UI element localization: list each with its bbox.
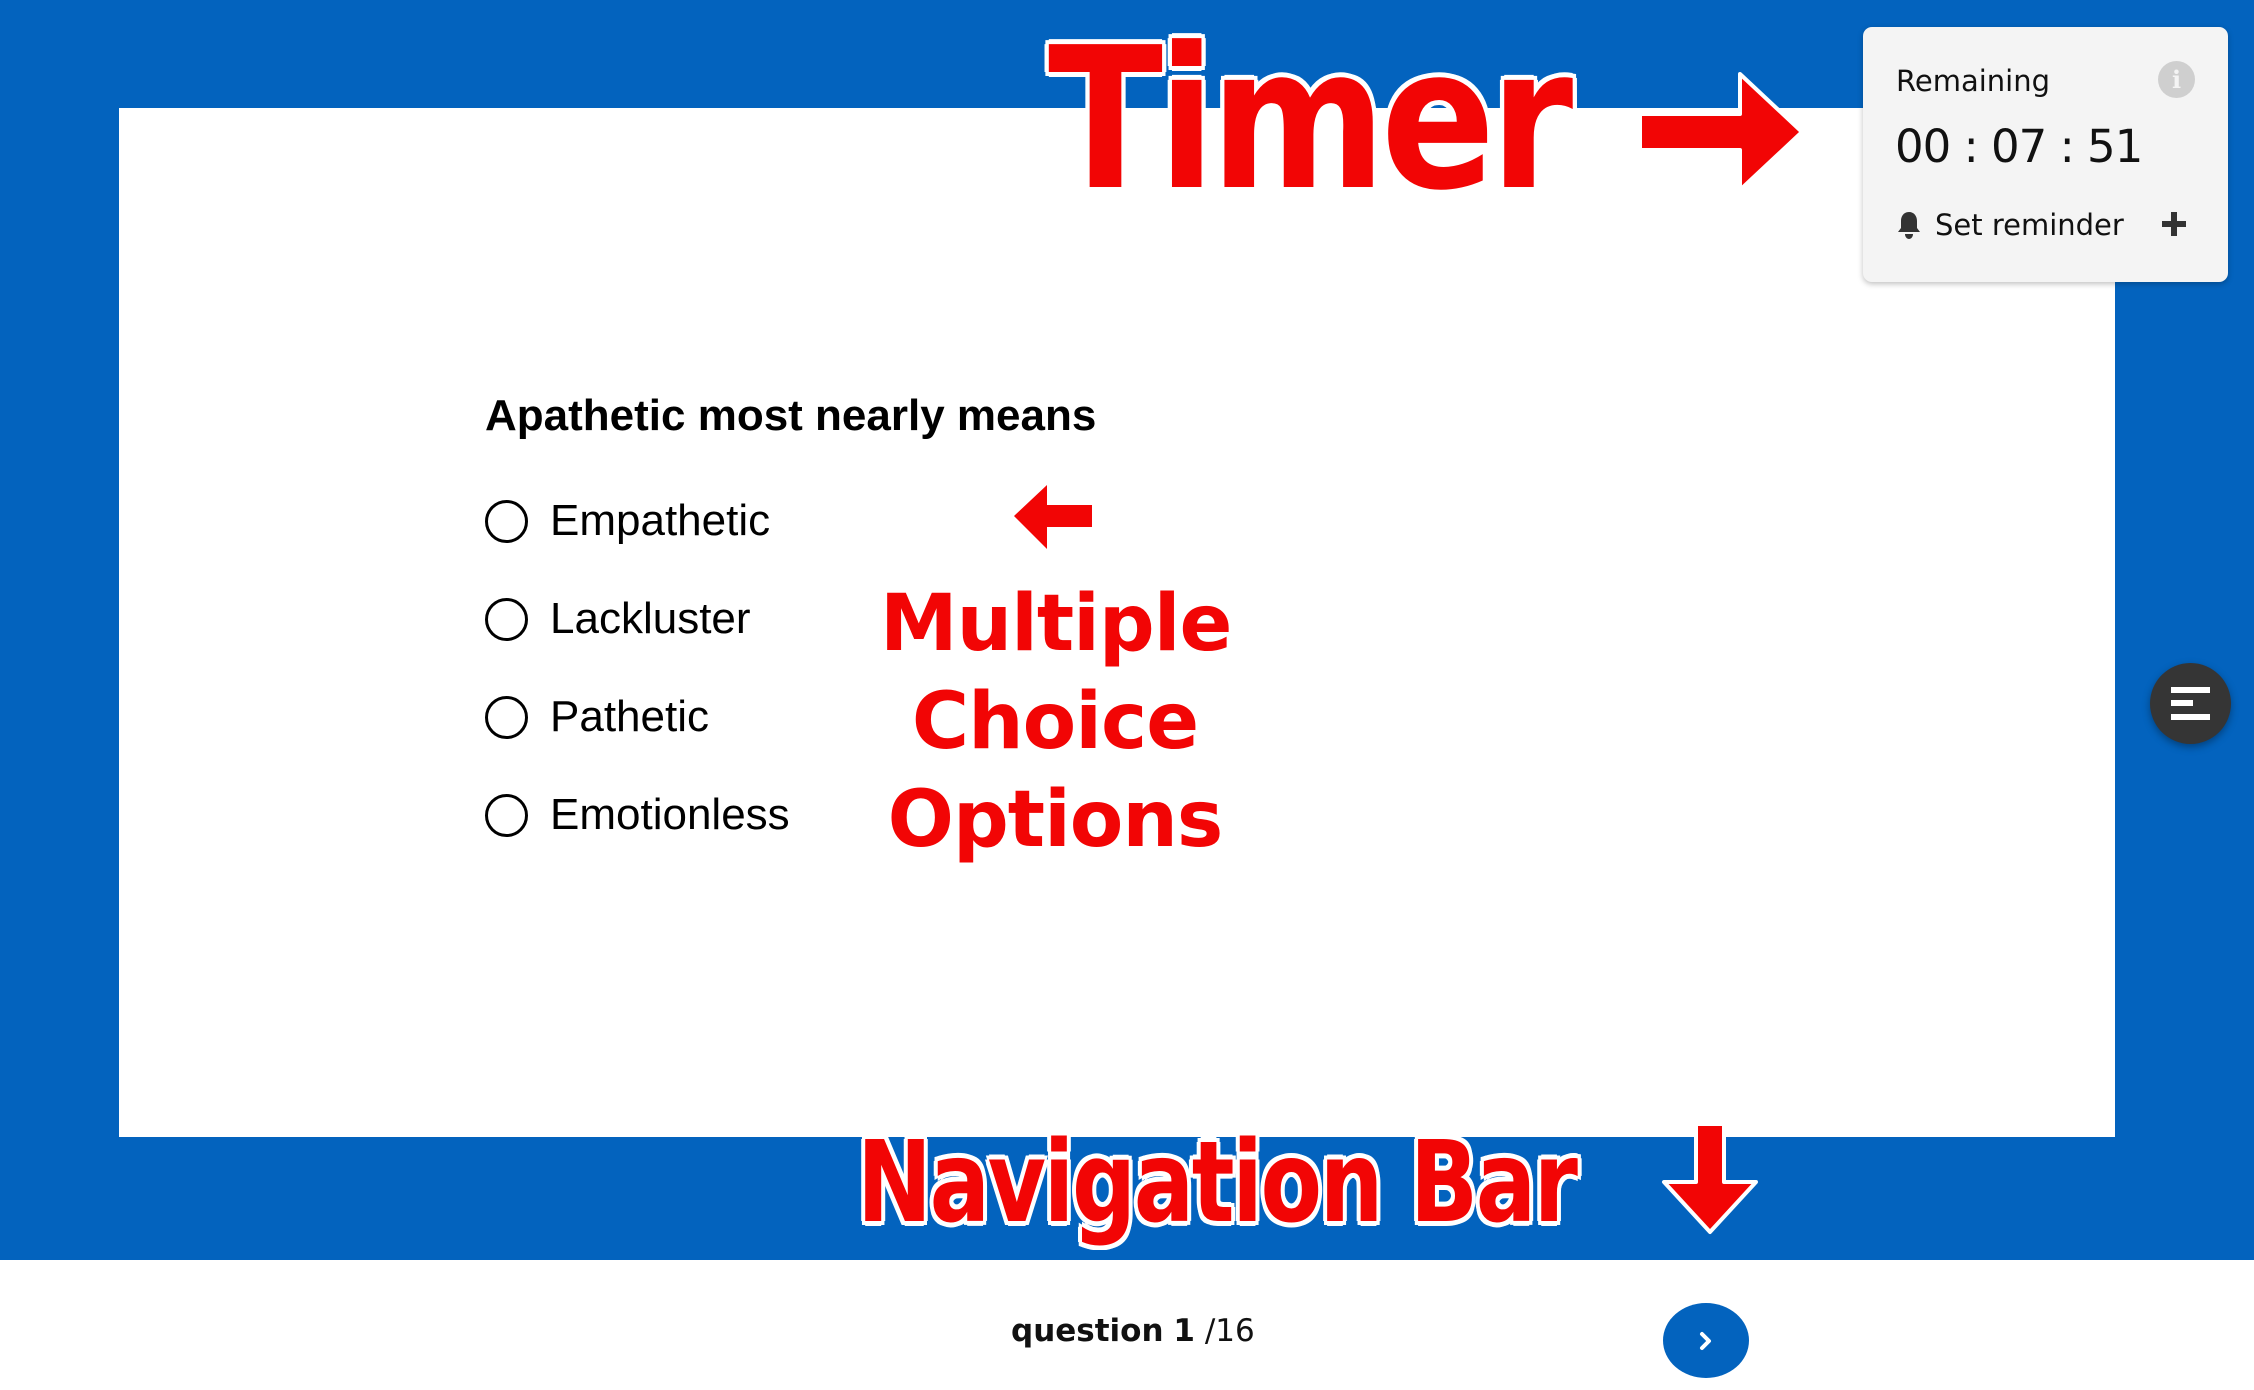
bell-icon (1898, 212, 1920, 239)
answer-option[interactable]: Empathetic (485, 491, 790, 551)
annotation-line: Choice (911, 677, 1199, 767)
total-questions: /16 (1204, 1313, 1255, 1349)
set-reminder-label: Set reminder (1935, 208, 2124, 242)
annotation-down-arrow-icon (1662, 1122, 1758, 1234)
annotation-line: Multiple (880, 579, 1232, 669)
radio-button[interactable] (485, 499, 528, 543)
menu-lines-icon-bar (2171, 700, 2193, 706)
timer-panel: Remaining i 00 : 07 : 51 Set reminder (1863, 27, 2228, 282)
radio-button[interactable] (485, 695, 528, 739)
timer-countdown: 00 : 07 : 51 (1895, 120, 2143, 173)
question-counter: question 1 /16 (1011, 1311, 1255, 1351)
plus-icon[interactable] (2161, 211, 2187, 237)
current-question-number: 1 (1173, 1313, 1195, 1349)
menu-lines-icon (2171, 687, 2210, 693)
chevron-right-icon (1700, 1332, 1711, 1350)
option-label: Lackluster (550, 594, 751, 643)
annotation-line: Options (887, 775, 1224, 865)
question-prompt: Apathetic most nearly means (485, 391, 1097, 440)
next-question-button[interactable] (1663, 1303, 1749, 1378)
radio-button[interactable] (485, 597, 528, 641)
question-word: question (1011, 1313, 1164, 1349)
annotation-timer-label: Timer (1048, 6, 1573, 234)
radio-button[interactable] (485, 793, 528, 837)
info-circle-icon[interactable]: i (2158, 61, 2195, 98)
menu-lines-icon-bar (2171, 714, 2210, 720)
annotation-right-arrow-icon (1638, 72, 1804, 192)
navigation-bar: question 1 /16 (0, 1260, 2254, 1390)
option-label: Emotionless (550, 790, 790, 839)
answer-option[interactable]: Pathetic (485, 687, 790, 747)
annotation-left-arrow-icon (1014, 485, 1092, 549)
answer-option[interactable]: Emotionless (485, 785, 790, 845)
menu-button[interactable] (2150, 663, 2231, 744)
timer-label: Remaining (1896, 64, 2050, 98)
answer-option[interactable]: Lackluster (485, 589, 790, 649)
annotation-multiple-choice-options: Multiple Choice Options (880, 575, 1232, 869)
option-label: Pathetic (550, 692, 709, 741)
annotation-navigation-bar: Navigation Bar (857, 1118, 1578, 1248)
option-label: Empathetic (550, 496, 771, 545)
answer-options: Empathetic Lackluster Pathetic Emotionle… (485, 491, 790, 883)
set-reminder-button[interactable]: Set reminder (1896, 205, 2196, 245)
